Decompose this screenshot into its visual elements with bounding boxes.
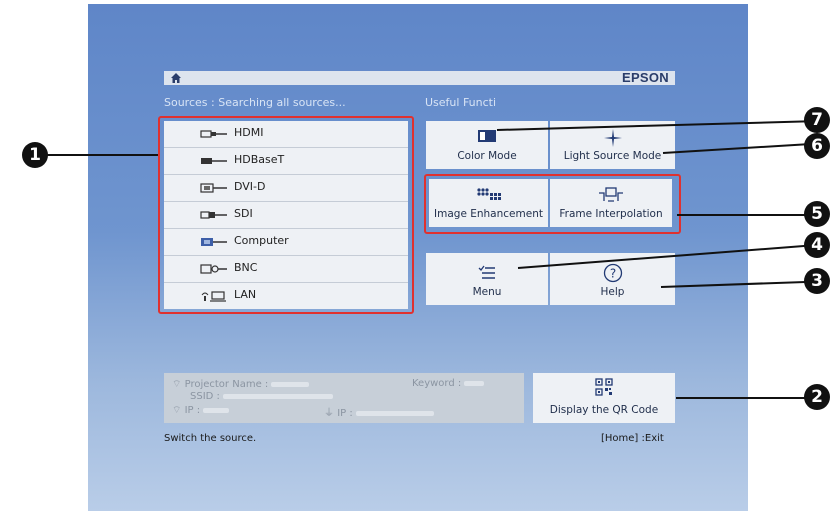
dvi-icon: [200, 183, 227, 193]
source-item-hdbaset[interactable]: HDBaseT: [164, 148, 408, 175]
callout-marker-6: 6: [804, 133, 830, 159]
lan-icon: [201, 291, 226, 302]
ssid-label: SSID :: [190, 391, 220, 402]
ip-label: IP :: [184, 405, 201, 416]
top-bar: EPSON: [164, 70, 675, 85]
hdmi-icon: [200, 130, 227, 138]
source-item-sdi[interactable]: SDI: [164, 202, 408, 229]
color-mode-label: Color Mode: [457, 150, 517, 162]
bnc-icon: [200, 264, 227, 274]
qr-code-icon: [595, 378, 613, 396]
source-label: HDMI: [234, 126, 264, 139]
callout-marker-2: 2: [804, 384, 830, 410]
source-item-bnc[interactable]: BNC: [164, 256, 408, 283]
frame-interpolation-button[interactable]: Frame Interpolation: [550, 179, 672, 227]
keyword-value: [464, 380, 485, 386]
brand-logo: EPSON: [621, 70, 669, 85]
hdbaset-icon: [201, 158, 227, 164]
wired-ip-row: ⏚ IP :: [324, 404, 434, 419]
source-label: HDBaseT: [234, 153, 285, 166]
menu-icon: [478, 265, 495, 279]
ssid-row: SSID :: [190, 391, 334, 402]
callout-marker-4: 4: [804, 232, 830, 258]
menu-label: Menu: [472, 286, 502, 298]
source-item-dvi-d[interactable]: DVI-D: [164, 175, 408, 202]
useful-functions-header: Useful Functi: [425, 96, 497, 109]
wifi-lan-icon: ⌔: [172, 379, 182, 390]
source-list-highlight: HDMI HDBaseT DVI-D SDI Computer BNC LAN: [158, 116, 414, 314]
exit-hint: [Home] :Exit: [601, 433, 664, 444]
callout-line-1: [44, 154, 158, 156]
sources-header: Sources : Searching all sources...: [164, 96, 346, 109]
color-mode-icon: [478, 130, 496, 142]
source-label: LAN: [234, 288, 257, 301]
menu-button[interactable]: Menu: [426, 253, 548, 305]
source-item-hdmi[interactable]: HDMI: [164, 121, 408, 148]
source-label: SDI: [234, 207, 253, 220]
wired-lan-icon: ⏚: [324, 408, 334, 419]
projector-name-label: Projector Name :: [184, 379, 269, 390]
callout-line-2: [676, 397, 808, 399]
keyword-row: Keyword :: [412, 378, 485, 389]
wired-ip-value: [355, 410, 434, 416]
light-source-icon: [603, 129, 622, 147]
display-qr-code-button[interactable]: Display the QR Code: [533, 373, 675, 423]
home-icon[interactable]: [170, 72, 182, 84]
network-info-panel: ⌔ Projector Name : Keyword : SSID : ⌔ IP…: [164, 373, 524, 423]
ip-value: [203, 407, 230, 413]
status-hint: Switch the source.: [164, 433, 257, 444]
source-item-lan[interactable]: LAN: [164, 283, 408, 309]
image-enhancement-label: Image Enhancement: [434, 208, 543, 220]
frame-interpolation-icon: [599, 187, 623, 202]
help-icon: ?: [603, 263, 622, 283]
callout-marker-5: 5: [804, 201, 830, 227]
wireless-icon: ⌔: [172, 405, 182, 416]
image-enhancement-button[interactable]: Image Enhancement: [429, 179, 548, 227]
source-label: DVI-D: [234, 180, 266, 193]
light-source-mode-label: Light Source Mode: [563, 150, 662, 162]
help-label: Help: [600, 286, 625, 298]
computer-icon: [201, 238, 227, 246]
callout-marker-3: 3: [804, 268, 830, 294]
projector-name-value: [271, 381, 310, 387]
wired-ip-label: IP :: [337, 408, 353, 419]
source-label: BNC: [234, 261, 258, 274]
sdi-icon: [200, 211, 227, 219]
projector-name-row: ⌔ Projector Name :: [172, 378, 310, 391]
callout-line-5: [677, 214, 809, 216]
keyword-label: Keyword :: [412, 378, 462, 389]
ip-row: ⌔ IP :: [172, 404, 230, 417]
source-list: HDMI HDBaseT DVI-D SDI Computer BNC LAN: [164, 121, 408, 309]
frame-interpolation-label: Frame Interpolation: [559, 208, 663, 220]
ssid-value: [223, 393, 334, 399]
callout-marker-7: 7: [804, 107, 830, 133]
image-enhancement-icon: [476, 188, 501, 200]
source-item-computer[interactable]: Computer: [164, 229, 408, 256]
callout-marker-1: 1: [22, 142, 48, 168]
display-qr-code-label: Display the QR Code: [549, 404, 659, 416]
svg-text:?: ?: [609, 267, 615, 281]
source-label: Computer: [234, 234, 289, 247]
